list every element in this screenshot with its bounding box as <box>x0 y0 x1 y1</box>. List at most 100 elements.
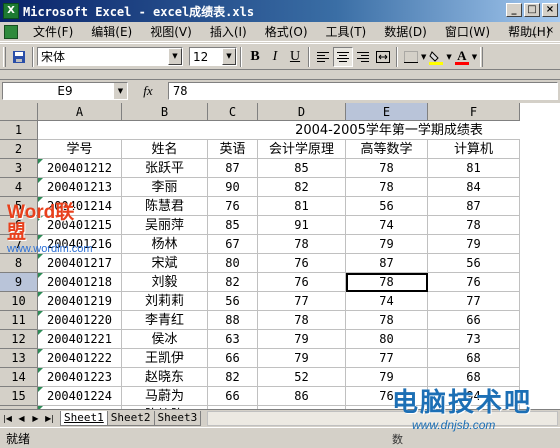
toolbar-grip[interactable] <box>3 46 6 67</box>
score-cell[interactable]: 84 <box>428 178 520 197</box>
row-header[interactable]: 11 <box>0 311 38 330</box>
score-cell[interactable]: 56 <box>208 292 258 311</box>
font-size-select[interactable]: 12 ▼ <box>189 47 237 66</box>
student-name-cell[interactable]: 王凯伊 <box>122 349 208 368</box>
student-name-cell[interactable]: 张跃平 <box>122 159 208 178</box>
font-name-select[interactable]: 宋体 ▼ <box>37 47 183 66</box>
score-cell[interactable]: 78 <box>346 178 428 197</box>
insert-function-button[interactable]: fx <box>128 83 168 99</box>
score-cell[interactable]: 85 <box>208 216 258 235</box>
score-cell[interactable]: 56 <box>428 254 520 273</box>
row-header[interactable]: 5 <box>0 197 38 216</box>
first-sheet-button[interactable]: |◀ <box>1 412 14 425</box>
score-cell[interactable]: 66 <box>208 387 258 406</box>
italic-button[interactable]: I <box>265 47 285 67</box>
column-label-cell[interactable]: 姓名 <box>122 140 208 159</box>
score-cell[interactable]: 78 <box>346 311 428 330</box>
score-cell[interactable]: 74 <box>346 292 428 311</box>
menu-data[interactable]: 数据(D) <box>375 23 436 41</box>
score-cell[interactable]: 66 <box>428 311 520 330</box>
row-header[interactable]: 10 <box>0 292 38 311</box>
score-cell[interactable]: 77 <box>346 349 428 368</box>
column-header-f[interactable]: F <box>428 103 520 121</box>
bold-button[interactable]: B <box>245 47 265 67</box>
student-id-cell[interactable]: 200401216 <box>38 235 122 254</box>
student-name-cell[interactable]: 刘莉莉 <box>122 292 208 311</box>
score-cell[interactable]: 82 <box>258 178 346 197</box>
underline-button[interactable]: U <box>285 47 305 67</box>
score-cell[interactable]: 66 <box>208 349 258 368</box>
name-box[interactable]: E9 ▼ <box>2 82 128 100</box>
column-label-cell[interactable]: 英语 <box>208 140 258 159</box>
student-id-cell[interactable]: 200401217 <box>38 254 122 273</box>
grid-cell[interactable] <box>208 121 258 140</box>
student-name-cell[interactable]: 李青红 <box>122 311 208 330</box>
grid-cell[interactable] <box>122 121 208 140</box>
student-id-cell[interactable]: 200401218 <box>38 273 122 292</box>
student-name-cell[interactable]: 李丽 <box>122 178 208 197</box>
student-name-cell[interactable]: 刘毅 <box>122 273 208 292</box>
menu-tools[interactable]: 工具(T) <box>317 23 376 41</box>
column-header-e[interactable]: E <box>346 103 428 121</box>
close-button[interactable]: × <box>542 3 558 17</box>
student-id-cell[interactable]: 200401222 <box>38 349 122 368</box>
student-name-cell[interactable]: 吴丽萍 <box>122 216 208 235</box>
student-name-cell[interactable]: 陈慧君 <box>122 197 208 216</box>
score-cell[interactable]: 68 <box>428 349 520 368</box>
workbook-icon[interactable] <box>4 24 18 39</box>
last-sheet-button[interactable]: ▶| <box>43 412 56 425</box>
chevron-down-icon[interactable]: ▼ <box>472 53 477 61</box>
row-header[interactable]: 14 <box>0 368 38 387</box>
column-header-a[interactable]: A <box>38 103 122 121</box>
score-cell[interactable]: 80 <box>346 330 428 349</box>
chevron-down-icon[interactable]: ▼ <box>168 48 182 65</box>
row-header[interactable]: 15 <box>0 387 38 406</box>
column-label-cell[interactable]: 计算机 <box>428 140 520 159</box>
font-color-button[interactable]: A <box>452 47 472 67</box>
score-cell[interactable]: 82 <box>208 273 258 292</box>
next-sheet-button[interactable]: ▶ <box>29 412 42 425</box>
row-header[interactable]: 3 <box>0 159 38 178</box>
chevron-down-icon[interactable]: ▼ <box>222 48 236 65</box>
score-cell[interactable]: 81 <box>258 197 346 216</box>
student-id-cell[interactable]: 200401219 <box>38 292 122 311</box>
score-cell[interactable]: 81 <box>428 159 520 178</box>
student-id-cell[interactable]: 200401215 <box>38 216 122 235</box>
minimize-button[interactable]: _ <box>506 3 522 17</box>
chevron-down-icon[interactable]: ▼ <box>114 83 127 99</box>
score-cell[interactable]: 63 <box>208 330 258 349</box>
select-all-button[interactable] <box>0 103 38 121</box>
score-cell[interactable]: 56 <box>346 197 428 216</box>
menu-file[interactable]: 文件(F) <box>24 23 82 41</box>
align-center-button[interactable] <box>333 46 353 67</box>
score-cell[interactable]: 76 <box>258 273 346 292</box>
score-cell[interactable]: 67 <box>208 235 258 254</box>
score-cell[interactable]: 79 <box>258 349 346 368</box>
row-header[interactable]: 2 <box>0 140 38 159</box>
row-header[interactable]: 4 <box>0 178 38 197</box>
score-cell[interactable]: 90 <box>208 178 258 197</box>
score-cell[interactable]: 88 <box>208 311 258 330</box>
grid-cell[interactable] <box>428 121 520 140</box>
excel-app-icon[interactable]: X <box>3 3 19 19</box>
menu-window[interactable]: 窗口(W) <box>436 23 499 41</box>
row-header[interactable]: 9 <box>0 273 38 292</box>
merge-center-button[interactable] <box>373 47 393 67</box>
menu-view[interactable]: 视图(V) <box>141 23 201 41</box>
menu-insert[interactable]: 插入(I) <box>201 23 256 41</box>
tab-sheet1[interactable]: Sheet1 <box>60 410 108 426</box>
column-header-b[interactable]: B <box>122 103 208 121</box>
toolbar-grip[interactable] <box>480 46 484 67</box>
horizontal-scrollbar[interactable] <box>207 410 558 426</box>
prev-sheet-button[interactable]: ◀ <box>15 412 28 425</box>
score-cell[interactable]: 76 <box>208 197 258 216</box>
row-header[interactable]: 7 <box>0 235 38 254</box>
score-cell[interactable]: 78 <box>258 311 346 330</box>
score-cell[interactable]: 87 <box>346 254 428 273</box>
student-name-cell[interactable]: 杨林 <box>122 235 208 254</box>
column-label-cell[interactable]: 高等数学 <box>346 140 428 159</box>
menu-edit[interactable]: 编辑(E) <box>82 23 141 41</box>
score-cell[interactable]: 85 <box>258 159 346 178</box>
menu-format[interactable]: 格式(O) <box>256 23 317 41</box>
student-name-cell[interactable]: 赵晓东 <box>122 368 208 387</box>
